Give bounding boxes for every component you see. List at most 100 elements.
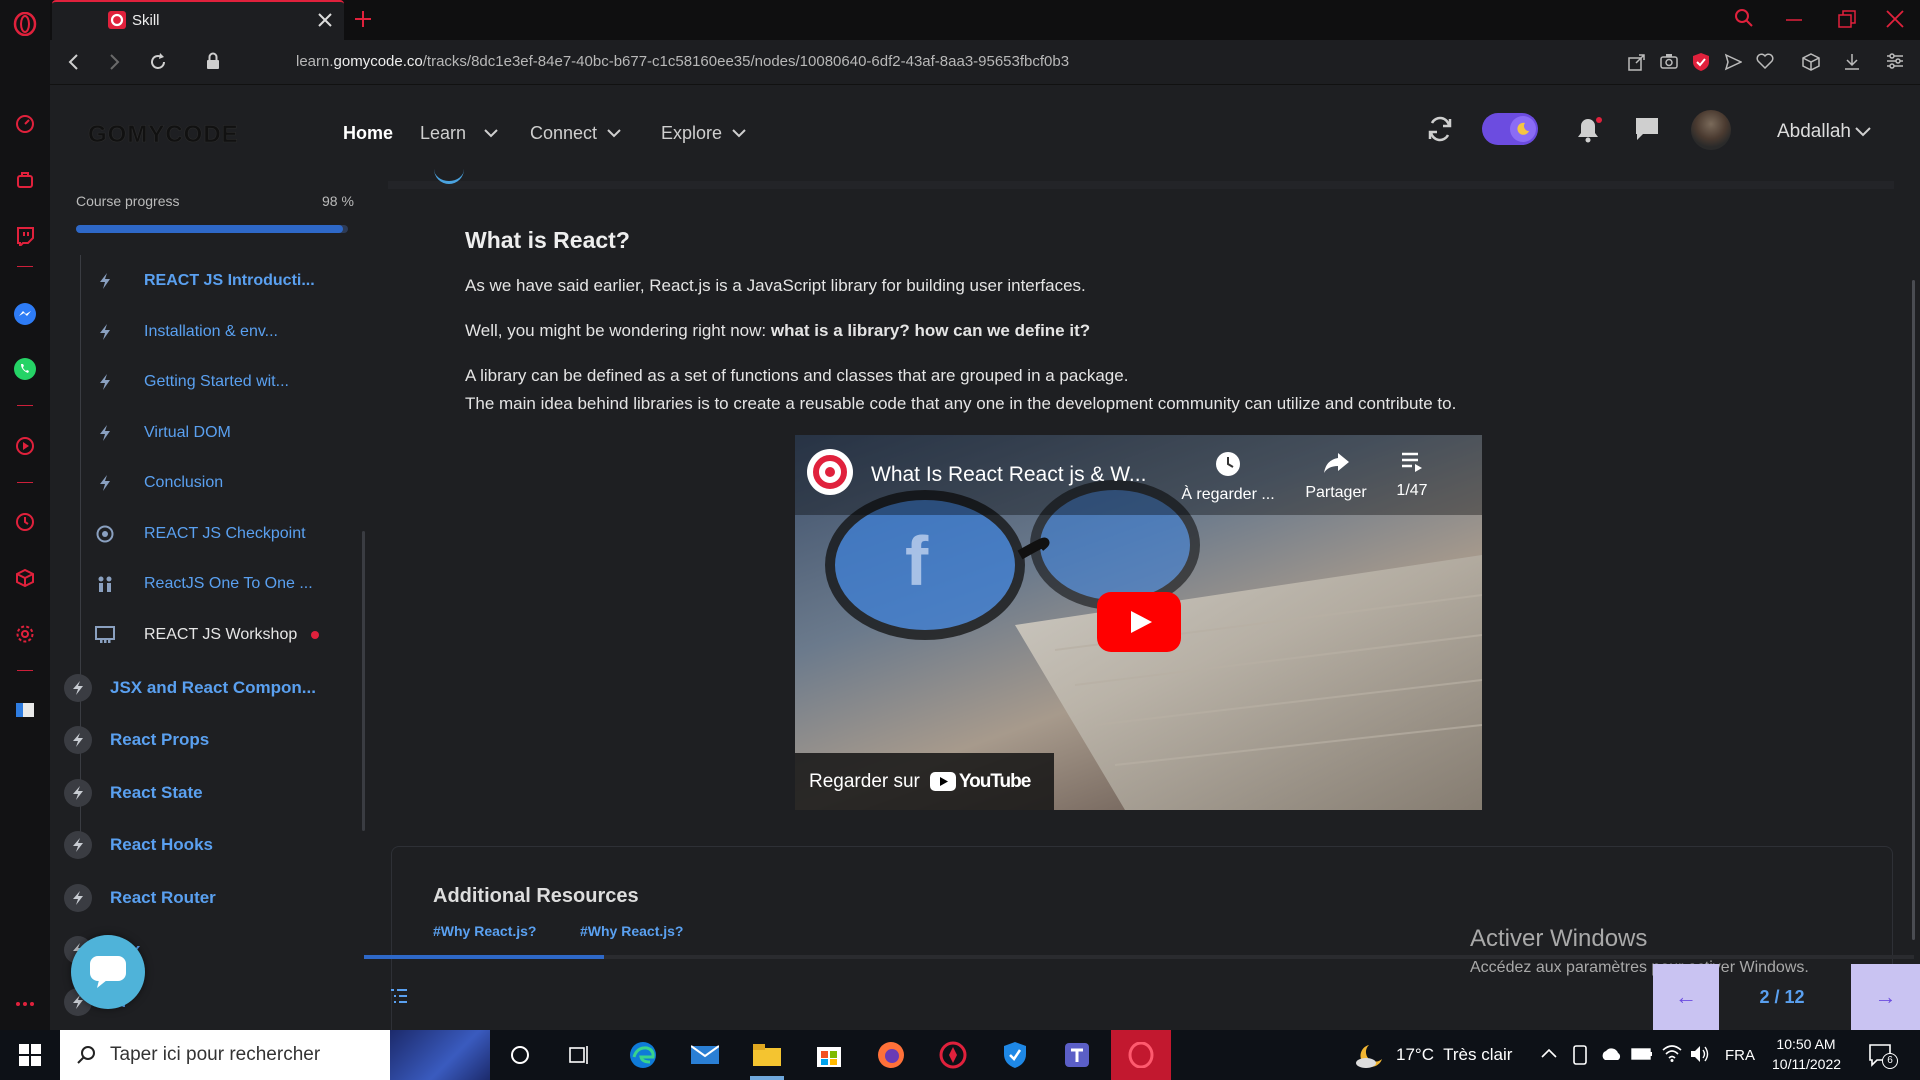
chat-icon[interactable]	[1634, 116, 1660, 142]
weather-text[interactable]: 17°C Très clair	[1396, 1045, 1512, 1065]
resource-link[interactable]: #Why React.js?	[433, 923, 536, 939]
close-window-icon[interactable]	[1886, 10, 1904, 28]
watch-later-button[interactable]: À regarder ...	[1179, 451, 1277, 504]
lesson-item[interactable]: ReactJS One To One ...	[92, 571, 313, 597]
chapter-item[interactable]: React Props	[64, 725, 209, 755]
lesson-item[interactable]: Conclusion	[92, 470, 223, 496]
nav-explore[interactable]: Explore	[661, 123, 746, 144]
lesson-item[interactable]: Installation & env...	[92, 319, 278, 345]
adblock-shield-icon[interactable]	[1692, 52, 1710, 72]
next-page-button[interactable]: →	[1851, 964, 1920, 1030]
firefox-icon[interactable]	[876, 1040, 906, 1070]
edge-icon[interactable]	[628, 1040, 658, 1070]
gomycode-logo[interactable]: GOMYCODE	[88, 121, 239, 149]
teams-icon[interactable]	[1062, 1040, 1092, 1070]
page-scrollbar[interactable]	[1912, 280, 1915, 940]
lock-icon[interactable]	[206, 52, 220, 70]
lesson-item[interactable]: Virtual DOM	[92, 420, 231, 446]
microsoft-store-icon[interactable]	[814, 1040, 844, 1070]
notification-bell-icon[interactable]	[1574, 115, 1604, 145]
easy-setup-icon[interactable]	[1886, 53, 1904, 69]
battery-icon[interactable]	[1631, 1048, 1653, 1060]
share-button[interactable]: Partager	[1295, 451, 1377, 502]
translate-app-icon[interactable]	[13, 698, 37, 722]
player-icon[interactable]	[13, 434, 37, 458]
onedrive-cloud-icon[interactable]	[1600, 1047, 1622, 1061]
forward-icon[interactable]	[106, 53, 122, 71]
tab-skill[interactable]: Skill	[52, 0, 344, 40]
speed-dial-icon[interactable]	[13, 112, 37, 136]
taskbar-search-box[interactable]: Taper ici pour rechercher	[60, 1030, 490, 1080]
cortana-icon[interactable]	[505, 1040, 535, 1070]
search-tabs-icon[interactable]	[1734, 8, 1754, 28]
url-field[interactable]: learn.gomycode.co/tracks/8dc1e3ef-84e7-4…	[296, 53, 1069, 70]
snapshot-camera-icon[interactable]	[1660, 53, 1678, 69]
nav-learn[interactable]: Learn	[420, 123, 498, 144]
chapter-item[interactable]: React Router	[64, 883, 216, 913]
file-explorer-icon[interactable]	[752, 1040, 782, 1070]
dark-mode-toggle[interactable]	[1482, 113, 1538, 145]
extension-cube-icon[interactable]	[1802, 53, 1820, 71]
lesson-item-current[interactable]: REACT JS Workshop	[92, 622, 320, 648]
bolt-icon	[64, 779, 92, 807]
twitch-icon[interactable]	[13, 224, 37, 248]
device-icon[interactable]	[1572, 1045, 1588, 1065]
notifications-icon[interactable]: 6	[1868, 1043, 1898, 1069]
bookmark-heart-icon[interactable]	[1756, 53, 1774, 69]
more-options-icon[interactable]	[13, 992, 37, 1016]
sidebar-scrollbar[interactable]	[362, 531, 365, 831]
reload-icon[interactable]	[148, 52, 168, 72]
volume-icon[interactable]	[1690, 1045, 1710, 1063]
share-page-icon[interactable]	[1628, 53, 1646, 71]
opera-taskbar-button[interactable]	[1111, 1030, 1171, 1080]
game-app-icon[interactable]	[938, 1040, 968, 1070]
address-bar-row: learn.gomycode.co/tracks/8dc1e3ef-84e7-4…	[50, 40, 1920, 85]
security-shield-icon[interactable]	[1000, 1040, 1030, 1070]
prev-page-button[interactable]: ←	[1653, 964, 1719, 1030]
language-indicator[interactable]: FRA	[1725, 1047, 1755, 1064]
nav-connect[interactable]: Connect	[530, 123, 621, 144]
lesson-item[interactable]: REACT JS Introducti...	[92, 268, 315, 294]
download-icon[interactable]	[1844, 53, 1860, 71]
playlist-button[interactable]: 1/47	[1387, 451, 1437, 500]
sync-icon[interactable]	[1426, 115, 1454, 143]
user-menu[interactable]: Abdallah	[1777, 121, 1871, 143]
clock[interactable]: 10:50 AM 10/11/2022	[1772, 1036, 1841, 1072]
video-title[interactable]: What Is React React js & W...	[871, 463, 1146, 487]
lesson-item[interactable]: Getting Started wit...	[92, 369, 289, 395]
task-view-icon[interactable]	[565, 1040, 595, 1070]
history-icon[interactable]	[13, 510, 37, 534]
messenger-icon[interactable]	[13, 302, 37, 326]
nav-home[interactable]: Home	[343, 123, 393, 144]
play-button[interactable]	[1097, 592, 1181, 652]
chapter-item[interactable]: React Hooks	[64, 830, 213, 860]
moon-icon	[1510, 116, 1536, 142]
whatsapp-icon[interactable]	[13, 357, 37, 381]
channel-logo-icon[interactable]	[807, 449, 853, 495]
new-tab-button[interactable]	[354, 10, 372, 28]
avatar[interactable]	[1691, 110, 1731, 150]
settings-gear-icon[interactable]	[13, 622, 37, 646]
minimize-icon[interactable]	[1786, 18, 1802, 22]
paragraph: The main idea behind libraries is to cre…	[465, 394, 1457, 413]
wifi-icon[interactable]	[1662, 1044, 1682, 1062]
shopping-icon[interactable]	[13, 168, 37, 192]
opera-logo-icon[interactable]	[13, 12, 37, 36]
mail-icon[interactable]	[690, 1040, 720, 1070]
chapter-item[interactable]: React State	[64, 778, 203, 808]
back-icon[interactable]	[66, 53, 82, 71]
restore-icon[interactable]	[1838, 10, 1856, 28]
watch-on-youtube-button[interactable]: Regarder sur YouTube	[795, 753, 1054, 810]
chevron-up-icon[interactable]	[1541, 1048, 1557, 1058]
outline-toggle-icon[interactable]	[390, 988, 408, 1004]
lesson-item[interactable]: REACT JS Checkpoint	[92, 521, 306, 547]
extensions-icon[interactable]	[13, 566, 37, 590]
support-chat-button[interactable]	[71, 935, 145, 1009]
chapter-item[interactable]: JSX and React Compon...	[64, 673, 316, 703]
send-icon[interactable]	[1724, 53, 1742, 71]
youtube-video-embed[interactable]: f What Is React React js & W... À regard…	[795, 435, 1482, 810]
close-tab-icon[interactable]	[318, 13, 332, 27]
resource-link[interactable]: #Why React.js?	[580, 923, 683, 939]
windows-start-icon[interactable]	[15, 1040, 45, 1070]
svg-text:f: f	[905, 522, 929, 600]
